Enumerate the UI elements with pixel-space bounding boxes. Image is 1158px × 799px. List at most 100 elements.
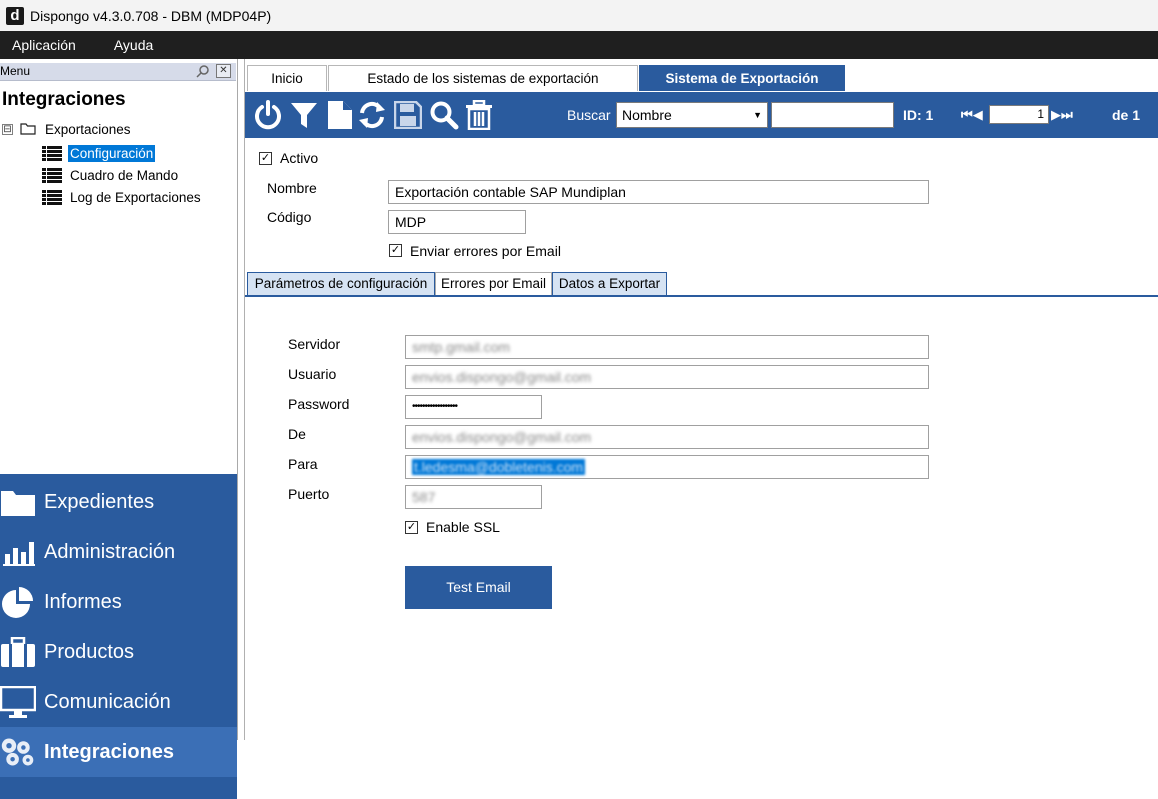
tree-item-configuracion[interactable]: Configuración [42,143,156,163]
nav-item-comunicacion[interactable]: Comunicación [0,677,237,727]
section-title: Integraciones [2,89,126,110]
close-panel-icon[interactable]: ✕ [216,64,231,78]
folder-icon [20,123,36,135]
tab-datos-a-exportar[interactable]: Datos a Exportar [552,272,667,296]
main-content: Inicio Estado de los sistemas de exporta… [244,59,1158,740]
nav-item-expedientes[interactable]: Expedientes [0,477,237,527]
folder-icon [0,484,36,520]
monitor-icon [0,684,36,720]
refresh-icon[interactable] [357,100,387,130]
tree-item-log-de-exportaciones[interactable]: Log de Exportaciones [42,187,203,207]
servidor-label: Servidor [288,336,341,352]
codigo-label: Código [267,209,312,225]
puerto-value: 587 [412,489,436,505]
config-tabs: Parámetros de configuración Errores por … [245,272,1158,297]
nav-item-label: Expedientes [44,490,155,513]
puzzle-icon [0,734,36,770]
search-icon[interactable] [429,100,459,130]
puerto-field[interactable]: 587 [405,485,542,509]
para-value: t.ledesma@dobletenis.com [412,459,586,475]
tab-parametros-configuracion[interactable]: Parámetros de configuración [247,272,435,296]
list-icon [42,189,62,205]
filter-icon[interactable] [289,100,319,130]
de-field[interactable]: envios.dispongo@gmail.com [405,425,929,449]
usuario-value: envios.dispongo@gmail.com [412,369,592,385]
usuario-label: Usuario [288,366,337,382]
toolbar: Buscar Nombre ▼ ID: 1 ⏮◀ 1 ▶⏭ de 1 [245,92,1158,138]
list-icon [42,145,62,161]
nav-item-integraciones[interactable]: Integraciones [0,727,237,777]
activo-label: Activo [280,150,319,166]
test-email-button[interactable]: Test Email [405,566,552,609]
enviar-errores-checkbox[interactable]: ✓ [389,244,402,257]
menu-panel: Menu ✕ Integraciones ⊟ Exportaciones Con… [0,59,238,799]
window-title: Dispongo v4.3.0.708 - DBM (MDP04P) [30,7,272,24]
delete-icon[interactable] [464,100,494,130]
enable-ssl-checkbox[interactable]: ✓ [405,521,418,534]
first-previous-record-icon[interactable]: ⏮◀ [961,107,983,123]
tree-item-exportaciones[interactable]: ⊟ Exportaciones [2,119,133,139]
window-titlebar: d Dispongo v4.3.0.708 - DBM (MDP04P) [0,0,1158,31]
tab-errores-por-email[interactable]: Errores por Email [435,272,552,297]
record-id-label: ID: 1 [903,107,934,123]
pin-icon[interactable] [196,64,210,78]
enviar-errores-label: Enviar errores por Email [410,243,561,259]
password-field[interactable]: •••••••••••••••••• [405,395,542,419]
servidor-value: smtp.gmail.com [412,339,511,355]
puerto-label: Puerto [288,486,330,502]
menu-panel-label: Menu [0,64,31,78]
briefcase-icon [0,634,36,670]
menu-ayuda[interactable]: Ayuda [102,31,165,59]
nav-item-administracion[interactable]: Administración [0,527,237,577]
tab-divider [245,295,1158,297]
tree-item-label: Cuadro de Mando [70,167,179,183]
password-label: Password [288,396,350,412]
tree-item-label: Configuración [68,144,156,162]
para-field[interactable]: t.ledesma@dobletenis.com [405,455,929,479]
nombre-field[interactable]: Exportación contable SAP Mundiplan [388,180,929,204]
nav-item-label: Productos [44,640,135,663]
chevron-down-icon: ▼ [753,110,762,120]
tab-inicio[interactable]: Inicio [247,65,327,91]
search-field-value: Nombre [622,107,672,123]
bar-chart-icon [0,534,36,570]
tab-sistema-exportacion[interactable]: Sistema de Exportación [639,65,845,91]
save-icon[interactable] [393,100,423,130]
app-logo: d [6,6,24,25]
search-label: Buscar [567,107,611,123]
menu-bar: Aplicación Ayuda [0,31,1158,59]
nav-item-label: Administración [44,540,176,563]
power-icon[interactable] [253,100,283,130]
page-number-input[interactable]: 1 [989,105,1049,124]
menu-aplicacion[interactable]: Aplicación [0,31,102,59]
new-document-icon[interactable] [325,100,355,130]
nombre-label: Nombre [267,180,317,196]
para-label: Para [288,456,318,472]
document-tabs: Inicio Estado de los sistemas de exporta… [245,65,1158,91]
tab-estado-sistemas[interactable]: Estado de los sistemas de exportación [328,65,638,91]
main-navigation: Expedientes Administración Informes Prod… [0,474,237,799]
tree-item-label: Exportaciones [45,121,131,137]
pie-chart-icon [0,584,36,620]
de-value: envios.dispongo@gmail.com [412,429,592,445]
tree-item-label: Log de Exportaciones [70,189,201,205]
nav-item-label: Comunicación [44,690,171,713]
next-last-record-icon[interactable]: ▶⏭ [1051,107,1073,123]
nav-item-productos[interactable]: Productos [0,627,237,677]
activo-checkbox[interactable]: ✓ [259,152,272,165]
list-icon [42,167,62,183]
tree-item-cuadro-de-mando[interactable]: Cuadro de Mando [42,165,180,185]
nav-item-label: Informes [44,590,122,613]
search-field-select[interactable]: Nombre ▼ [616,102,768,128]
nav-item-label: Integraciones [44,740,175,763]
usuario-field[interactable]: envios.dispongo@gmail.com [405,365,929,389]
servidor-field[interactable]: smtp.gmail.com [405,335,929,359]
menu-panel-header: Menu ✕ [0,63,236,81]
enable-ssl-label: Enable SSL [426,519,500,535]
page-total-label: de 1 [1112,107,1141,123]
tree-collapse-icon[interactable]: ⊟ [2,123,13,135]
nav-item-informes[interactable]: Informes [0,577,237,627]
codigo-field[interactable]: MDP [388,210,526,234]
search-input[interactable] [771,102,894,128]
de-label: De [288,426,306,442]
